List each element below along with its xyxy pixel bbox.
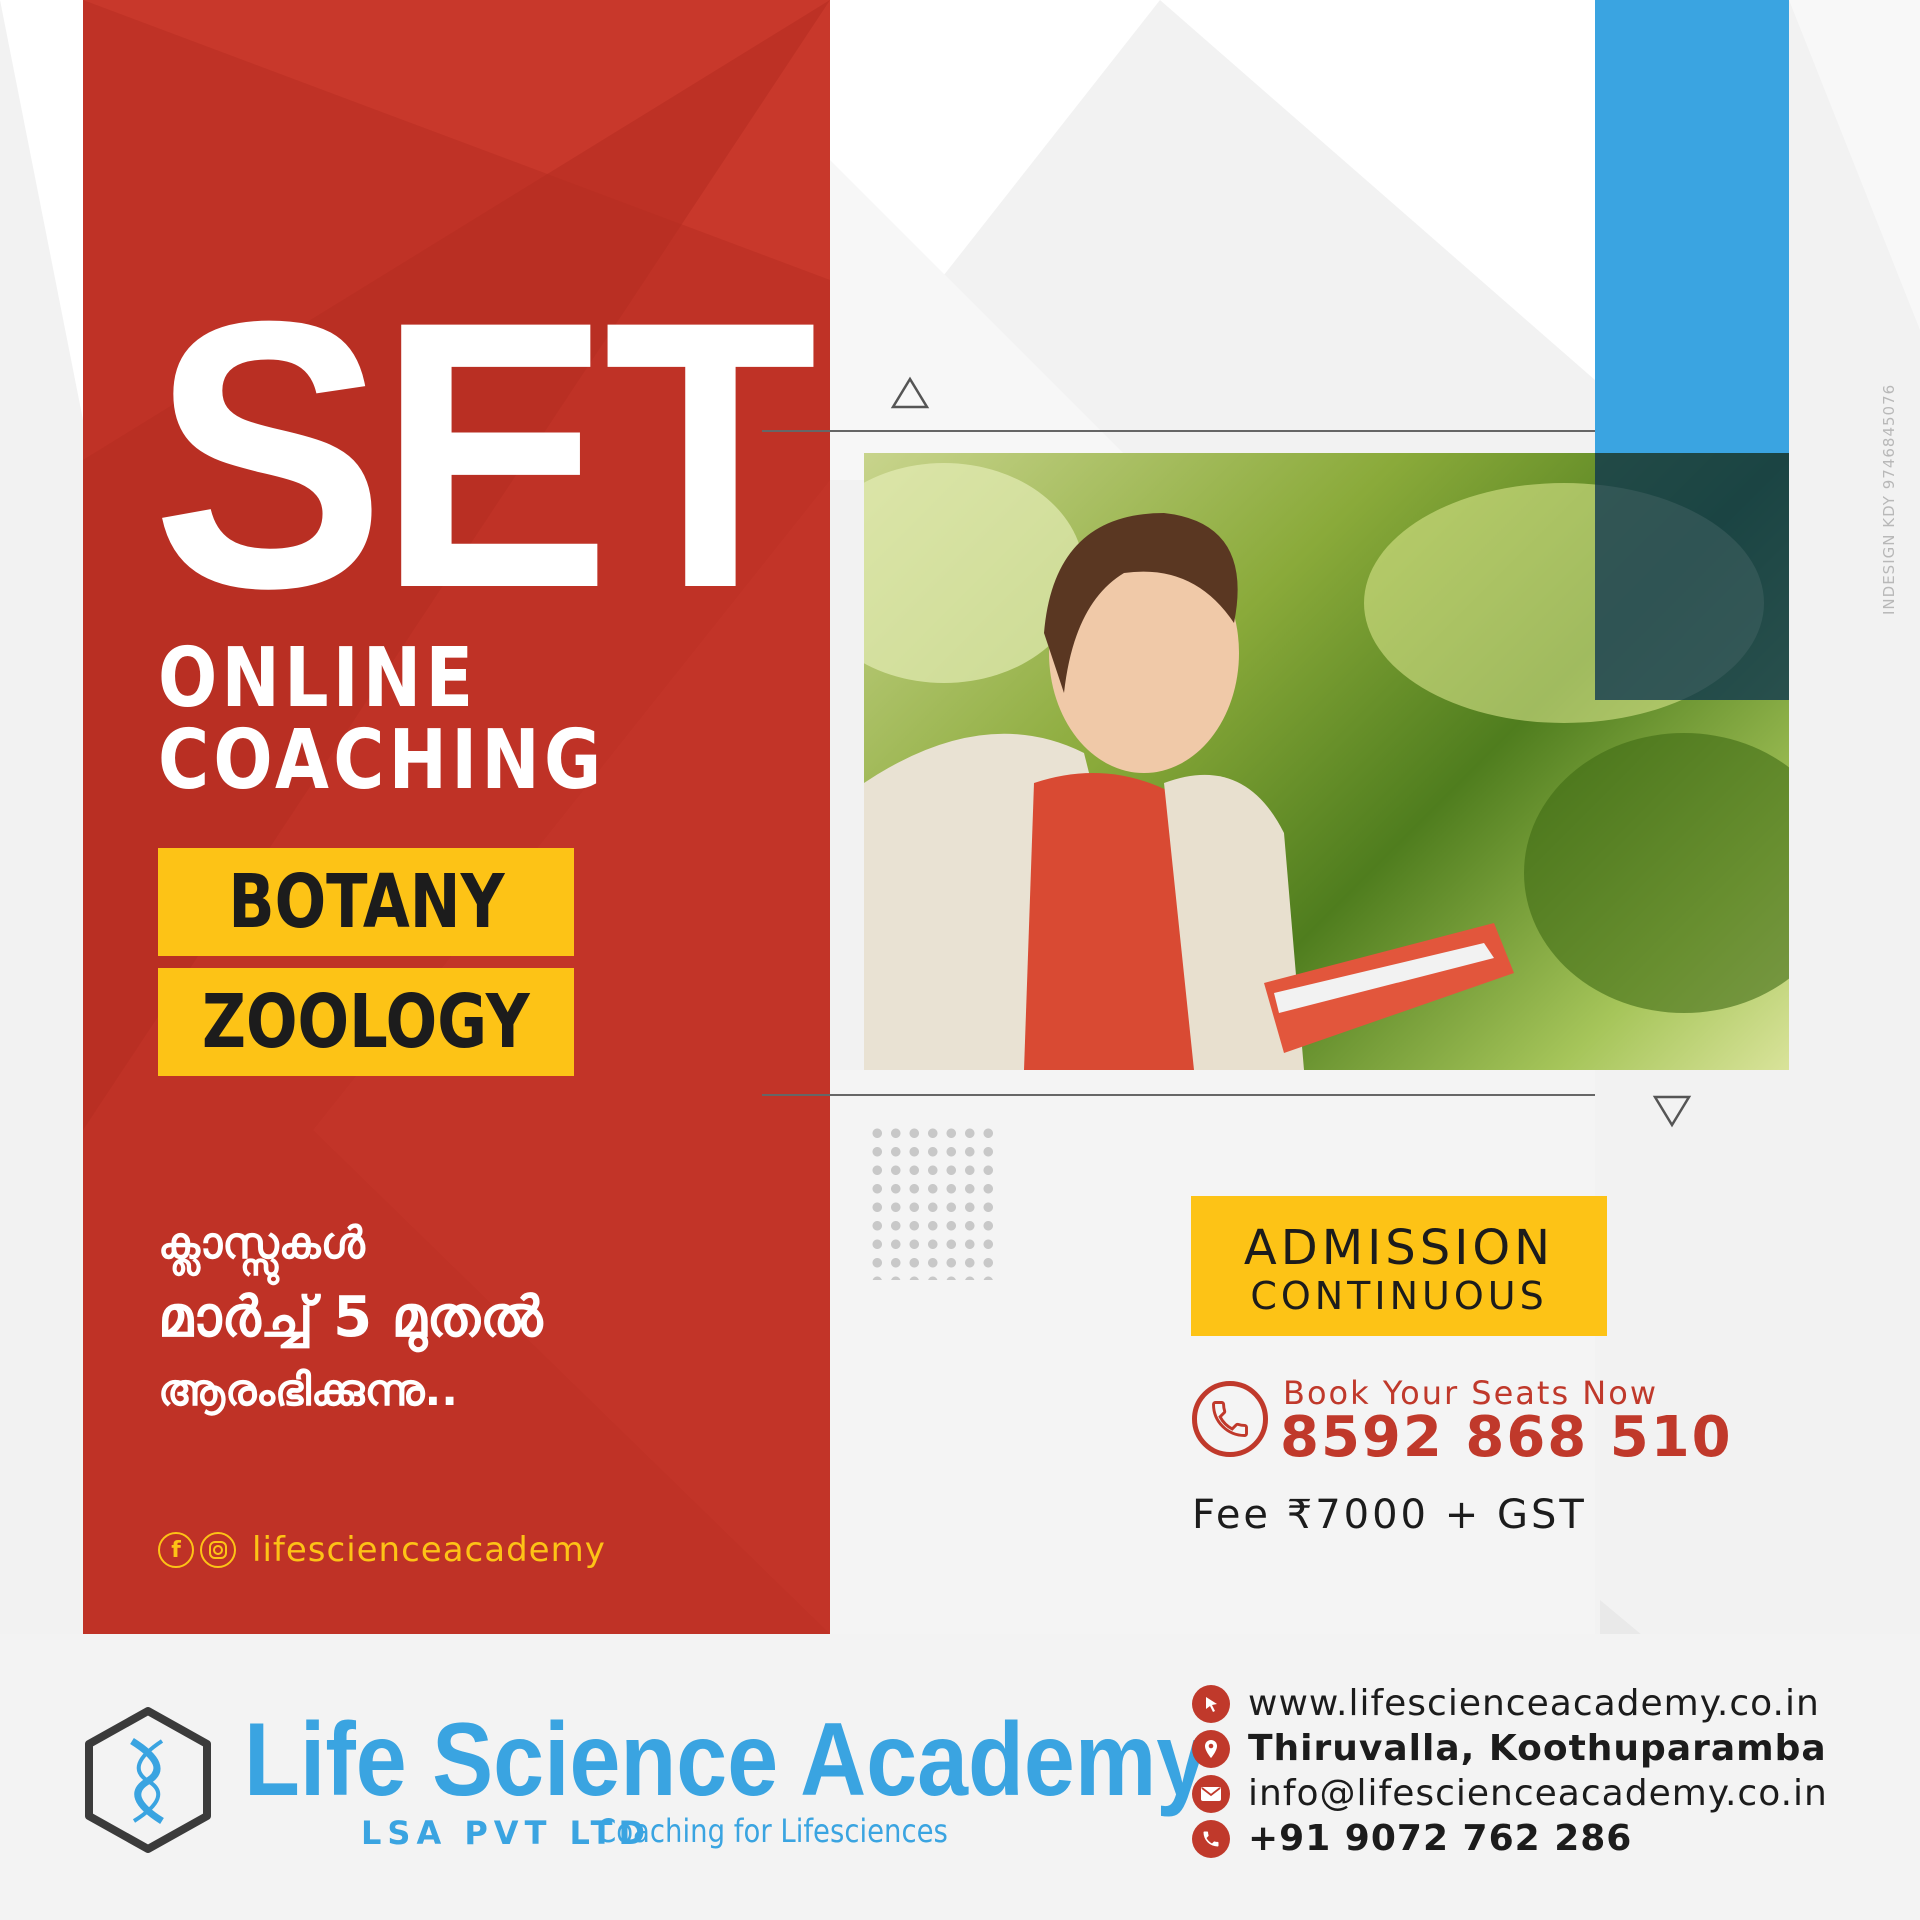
email-text[interactable]: info@lifescienceacademy.co.in	[1248, 1773, 1828, 1814]
subject-botany-badge: BOTANY	[158, 848, 574, 956]
cursor-icon	[1192, 1684, 1230, 1723]
phone-icon	[1192, 1819, 1230, 1858]
contact-website[interactable]: www.lifescienceacademy.co.in	[1192, 1683, 1820, 1724]
phone-text[interactable]: +91 9072 762 286	[1248, 1818, 1632, 1859]
instagram-icon[interactable]	[200, 1532, 236, 1568]
admission-line-2: CONTINUOUS	[1250, 1274, 1548, 1318]
announcement-line-2: മാർച്ച് 5 മുതൽ	[158, 1285, 543, 1350]
main-title: SET	[152, 242, 817, 667]
admission-line-1: ADMISSION	[1243, 1220, 1555, 1276]
dna-hexagon-icon	[85, 1707, 211, 1853]
designer-watermark: INDESIGN KDY 9746845076	[1880, 383, 1898, 615]
facebook-icon[interactable]: f	[158, 1532, 194, 1568]
contact-locations: Thiruvalla, Koothuparamba	[1192, 1728, 1827, 1769]
announcement-line-1: ക്ലാസ്സുകൾ	[158, 1218, 365, 1269]
student-reading-photo	[864, 453, 1789, 1070]
mail-icon	[1192, 1774, 1230, 1813]
triangle-up-icon	[890, 376, 930, 409]
locations-text: Thiruvalla, Koothuparamba	[1248, 1728, 1827, 1769]
subtitle-online: ONLINE	[158, 631, 478, 726]
social-handle[interactable]: lifescienceacademy	[252, 1530, 606, 1570]
admission-badge: ADMISSION CONTINUOUS	[1191, 1196, 1607, 1336]
fee-text: Fee ₹7000 + GST	[1192, 1492, 1587, 1538]
dot-grid-decoration	[868, 1124, 1000, 1280]
website-text[interactable]: www.lifescienceacademy.co.in	[1248, 1683, 1820, 1724]
photo-dark-overlay	[1595, 453, 1789, 700]
top-divider-line	[762, 430, 1595, 432]
announcement-line-3: ആരംഭിക്കുന്നു..	[158, 1365, 458, 1416]
brand-name: Life Science Academy	[244, 1702, 1208, 1818]
subject-zoology-label: ZOOLOGY	[202, 979, 530, 1065]
brand-tagline: Coaching for Lifesciences	[597, 1812, 948, 1850]
subtitle-coaching: COACHING	[158, 713, 606, 808]
phone-icon[interactable]	[1192, 1381, 1268, 1457]
location-pin-icon	[1192, 1729, 1230, 1768]
social-links: f lifescienceacademy	[158, 1530, 606, 1570]
subject-zoology-badge: ZOOLOGY	[158, 968, 574, 1076]
bottom-divider-line	[762, 1094, 1595, 1096]
triangle-down-icon	[1652, 1095, 1692, 1128]
subject-botany-label: BOTANY	[227, 859, 505, 945]
contact-phone[interactable]: +91 9072 762 286	[1192, 1818, 1632, 1859]
booking-phone-number[interactable]: 8592 868 510	[1280, 1405, 1733, 1470]
contact-email[interactable]: info@lifescienceacademy.co.in	[1192, 1773, 1828, 1814]
